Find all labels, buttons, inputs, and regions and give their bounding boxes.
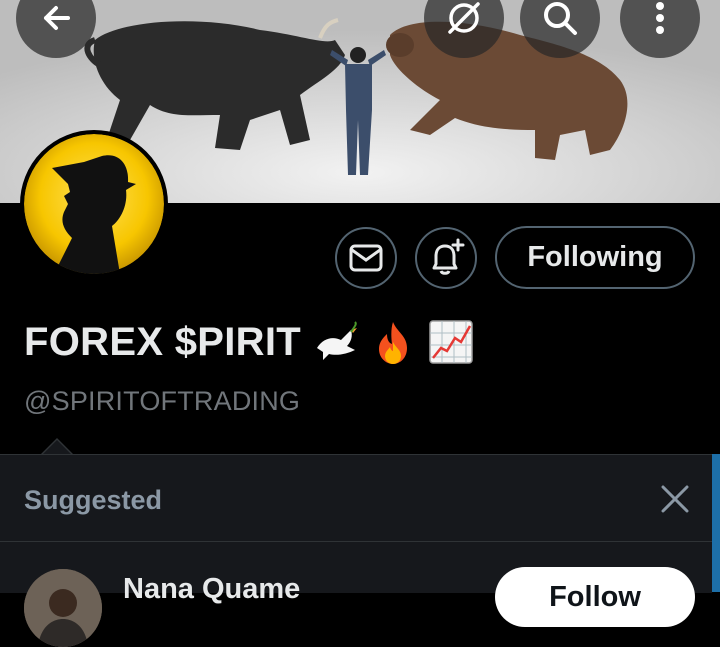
profile-name-row: FOREX $PIRIT — [24, 312, 475, 372]
fire-icon — [378, 322, 407, 364]
following-label: Following — [527, 241, 663, 273]
suggested-title: Suggested — [24, 485, 163, 515]
avatar-image — [24, 569, 102, 647]
scroll-edge — [712, 454, 720, 592]
suggested-pointer-fill — [42, 440, 72, 455]
message-button[interactable] — [335, 227, 397, 289]
arrow-left-icon — [44, 6, 70, 30]
search-icon — [544, 2, 577, 35]
more-vertical-icon — [656, 2, 664, 34]
grok-icon — [448, 2, 480, 34]
close-suggested-button[interactable] — [655, 479, 695, 519]
avatar-image — [24, 134, 164, 274]
suggested-user-name[interactable]: Nana Quame — [123, 573, 300, 606]
follow-button[interactable]: Follow — [495, 567, 695, 627]
following-button[interactable]: Following — [495, 226, 695, 289]
suggested-divider — [0, 541, 712, 542]
close-icon — [661, 485, 689, 513]
dove-icon — [316, 321, 357, 360]
suggested-user-avatar[interactable] — [24, 569, 102, 647]
suggested-panel: Suggested Nana Quame Follow — [0, 454, 712, 647]
follow-label: Follow — [549, 580, 641, 613]
display-name: FOREX $PIRIT — [24, 319, 301, 364]
profile-avatar[interactable] — [20, 130, 168, 278]
bell-plus-icon — [432, 238, 465, 275]
profile-handle: @SPIRITOFTRADING — [24, 386, 301, 416]
chart-increasing-icon — [429, 320, 473, 364]
mail-icon — [349, 244, 383, 272]
notifications-button[interactable] — [415, 227, 477, 289]
